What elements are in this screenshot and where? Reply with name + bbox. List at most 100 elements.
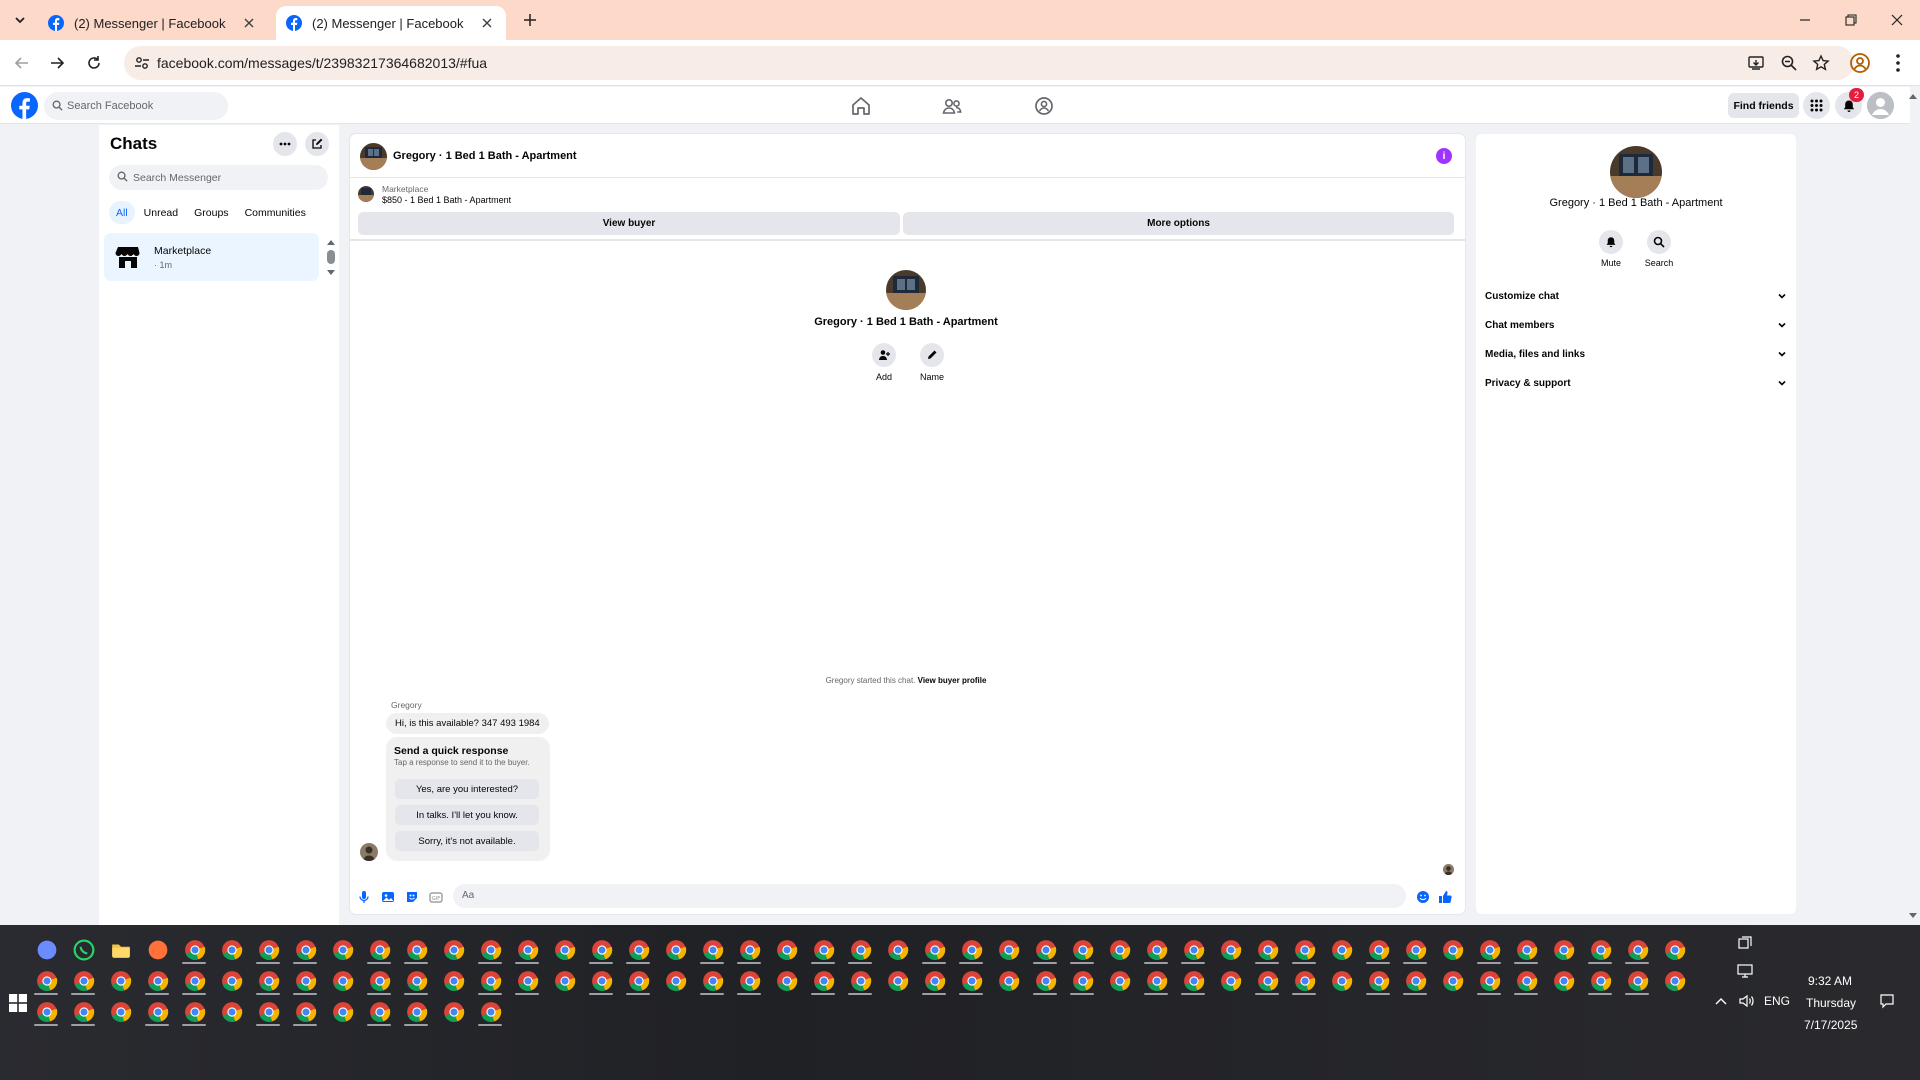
chrome-taskbar-icon[interactable]	[480, 1001, 502, 1023]
chrome-taskbar-icon[interactable]	[295, 970, 317, 992]
chrome-taskbar-icon[interactable]	[1368, 970, 1390, 992]
chrome-taskbar-icon[interactable]	[591, 939, 613, 961]
clock-day[interactable]: Thursday	[1806, 996, 1856, 1010]
sender-avatar[interactable]	[360, 843, 378, 861]
chrome-taskbar-icon[interactable]	[73, 970, 95, 992]
volume-icon[interactable]	[1738, 993, 1756, 1009]
profile-icon[interactable]	[1848, 51, 1872, 75]
quick-response-option[interactable]: In talks. I'll let you know.	[395, 805, 539, 825]
chrome-taskbar-icon[interactable]	[702, 939, 724, 961]
message-bubble[interactable]: Hi, is this available? 347 493 1984	[386, 713, 549, 734]
account-avatar[interactable]	[1867, 92, 1894, 119]
chrome-taskbar-icon[interactable]	[776, 970, 798, 992]
chrome-taskbar-icon[interactable]	[961, 970, 983, 992]
forward-arrow-icon[interactable]	[45, 51, 69, 75]
chrome-taskbar-icon[interactable]	[998, 939, 1020, 961]
bookmark-star-icon[interactable]	[1812, 54, 1830, 72]
filter-communities[interactable]: Communities	[238, 201, 313, 224]
microphone-icon[interactable]	[357, 890, 371, 904]
restore-icon[interactable]	[1828, 0, 1874, 40]
conversation-avatar[interactable]	[360, 143, 387, 170]
chrome-taskbar-icon[interactable]	[184, 970, 206, 992]
chrome-taskbar-icon[interactable]	[1627, 970, 1649, 992]
chrome-taskbar-icon[interactable]	[1664, 970, 1686, 992]
language-indicator[interactable]: ENG	[1764, 994, 1790, 1008]
browser-tab-1[interactable]: (2) Messenger | Facebook	[38, 6, 268, 40]
chrome-taskbar-icon[interactable]	[554, 970, 576, 992]
chrome-taskbar-icon[interactable]	[1479, 970, 1501, 992]
chrome-taskbar-icon[interactable]	[443, 939, 465, 961]
chrome-taskbar-icon[interactable]	[1553, 970, 1575, 992]
home-icon[interactable]	[850, 95, 872, 117]
chrome-taskbar-icon[interactable]	[73, 1001, 95, 1023]
clock-time[interactable]: 9:32 AM	[1808, 974, 1852, 988]
chrome-taskbar-icon[interactable]	[665, 939, 687, 961]
chrome-taskbar-icon[interactable]	[1146, 939, 1168, 961]
message-input[interactable]: Aa	[453, 884, 1406, 908]
facebook-search-input[interactable]: Search Facebook	[44, 92, 228, 120]
chrome-taskbar-icon[interactable]	[369, 1001, 391, 1023]
close-window-icon[interactable]	[1874, 0, 1920, 40]
chrome-taskbar-icon[interactable]	[628, 970, 650, 992]
reload-icon[interactable]	[82, 51, 106, 75]
chrome-taskbar-icon[interactable]	[702, 970, 724, 992]
close-tab-icon[interactable]	[478, 14, 496, 32]
chrome-taskbar-icon[interactable]	[221, 939, 243, 961]
chrome-taskbar-icon[interactable]	[332, 939, 354, 961]
chrome-taskbar-icon[interactable]	[36, 970, 58, 992]
sticker-icon[interactable]	[405, 890, 419, 904]
chat-list-scrollbar[interactable]	[326, 238, 336, 275]
chrome-taskbar-icon[interactable]	[1664, 939, 1686, 961]
back-arrow-icon[interactable]	[10, 51, 34, 75]
page-scroll-up-icon[interactable]	[1908, 92, 1918, 100]
chrome-taskbar-icon[interactable]	[1590, 939, 1612, 961]
view-buyer-profile-link[interactable]: View buyer profile	[918, 676, 987, 685]
chrome-taskbar-icon[interactable]	[1405, 970, 1427, 992]
listing-thumbnail[interactable]	[358, 186, 374, 202]
chrome-taskbar-icon[interactable]	[258, 939, 280, 961]
chrome-taskbar-icon[interactable]	[517, 939, 539, 961]
chrome-taskbar-icon[interactable]	[1035, 939, 1057, 961]
chrome-taskbar-icon[interactable]	[1072, 939, 1094, 961]
chrome-taskbar-icon[interactable]	[36, 1001, 58, 1023]
chrome-taskbar-icon[interactable]	[1035, 970, 1057, 992]
more-options-button[interactable]: More options	[903, 212, 1454, 235]
kebab-menu-icon[interactable]	[1886, 51, 1910, 75]
emoji-icon[interactable]	[1416, 890, 1430, 904]
chrome-taskbar-icon[interactable]	[1183, 939, 1205, 961]
chrome-taskbar-icon[interactable]	[998, 970, 1020, 992]
chrome-taskbar-icon[interactable]	[1109, 970, 1131, 992]
listing-title[interactable]: $850 - 1 Bed 1 Bath - Apartment	[382, 195, 511, 205]
filter-unread[interactable]: Unread	[137, 201, 185, 224]
scroll-down-icon[interactable]	[326, 269, 336, 277]
notification-center-icon[interactable]	[1879, 993, 1895, 1009]
chrome-taskbar-icon[interactable]	[924, 970, 946, 992]
section-chat-members[interactable]: Chat members	[1485, 313, 1787, 337]
chrome-taskbar-icon[interactable]	[1331, 939, 1353, 961]
chrome-taskbar-icon[interactable]	[591, 970, 613, 992]
zoom-icon[interactable]	[1780, 54, 1798, 72]
chrome-taskbar-icon[interactable]	[1109, 939, 1131, 961]
quick-response-option[interactable]: Yes, are you interested?	[395, 779, 539, 799]
chrome-taskbar-icon[interactable]	[369, 970, 391, 992]
page-scroll-down-icon[interactable]	[1908, 912, 1918, 920]
chrome-taskbar-icon[interactable]	[480, 939, 502, 961]
chrome-taskbar-icon[interactable]	[110, 970, 132, 992]
chrome-taskbar-icon[interactable]	[147, 1001, 169, 1023]
scrollbar-thumb[interactable]	[327, 250, 335, 264]
chrome-taskbar-icon[interactable]	[258, 970, 280, 992]
chrome-taskbar-icon[interactable]	[850, 970, 872, 992]
chrome-taskbar-icon[interactable]	[110, 1001, 132, 1023]
chrome-taskbar-icon[interactable]	[295, 1001, 317, 1023]
chrome-taskbar-icon[interactable]	[1257, 939, 1279, 961]
chrome-taskbar-icon[interactable]	[1590, 970, 1612, 992]
address-bar[interactable]: facebook.com/messages/t/2398321736468201…	[124, 46, 1854, 80]
whatsapp-taskbar-icon[interactable]	[73, 939, 95, 961]
chrome-taskbar-icon[interactable]	[1146, 970, 1168, 992]
add-people-button[interactable]: Add	[869, 343, 899, 382]
chrome-taskbar-icon[interactable]	[739, 970, 761, 992]
chrome-taskbar-icon[interactable]	[221, 1001, 243, 1023]
chat-list-item[interactable]: Marketplace · 1m	[104, 233, 319, 281]
firefox-taskbar-icon[interactable]	[147, 939, 169, 961]
chrome-taskbar-icon[interactable]	[406, 1001, 428, 1023]
